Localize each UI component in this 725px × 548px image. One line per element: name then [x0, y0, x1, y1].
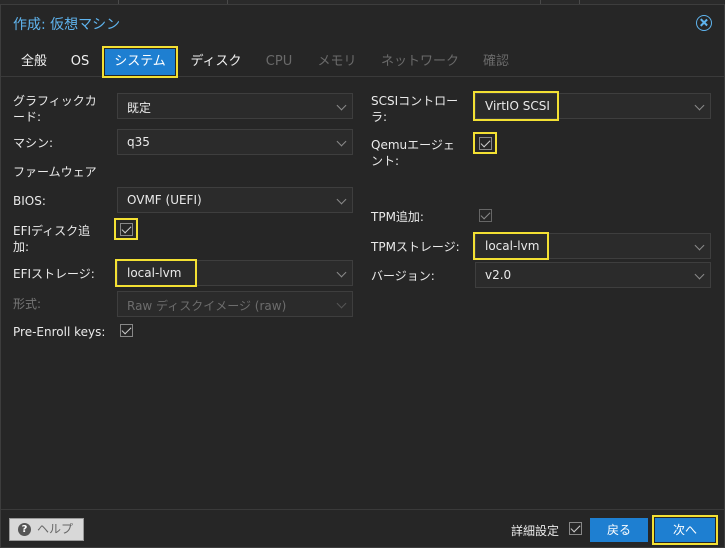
efi-disk-label-1: EFIディスク追: [13, 224, 91, 238]
version-value: v2.0: [485, 268, 512, 282]
qemu-agent-label-2: ント:: [371, 154, 400, 168]
chevron-down-icon: [336, 267, 347, 278]
qemu-agent-label-1: Qemuエージェ: [371, 138, 455, 152]
chevron-down-icon: [336, 298, 347, 309]
tab-disk[interactable]: ディスク: [185, 49, 247, 75]
graphic-card-value: 既定: [127, 101, 152, 115]
machine-label: マシン:: [13, 136, 54, 150]
tab-cpu: CPU: [265, 54, 293, 69]
bios-select[interactable]: OVMF (UEFI): [117, 187, 353, 213]
scsi-controller-label-1: SCSIコントロー: [371, 94, 459, 108]
advanced-label: 詳細設定: [511, 524, 560, 538]
efi-storage-label: EFIストレージ:: [13, 267, 95, 281]
chevron-down-icon: [694, 269, 705, 280]
chevron-down-icon: [694, 100, 705, 111]
scsi-controller-highlight: [473, 91, 559, 121]
help-icon: ?: [18, 523, 31, 536]
format-select: Raw ディスクイメージ (raw): [117, 291, 353, 317]
tpm-add-label: TPM追加:: [371, 210, 424, 224]
format-label: 形式:: [13, 297, 42, 311]
graphic-card-label-2: ード:: [13, 110, 42, 124]
next-button[interactable]: 次へ: [652, 515, 718, 545]
wizard-tabs: 全般 OS システム ディスク CPU メモリ ネットワーク 確認: [1, 43, 724, 78]
machine-select[interactable]: q35: [117, 129, 353, 155]
dialog-footer: ? ヘルプ 詳細設定 戻る 次へ: [1, 509, 724, 547]
chevron-down-icon: [694, 240, 705, 251]
chevron-down-icon: [336, 100, 347, 111]
chevron-down-icon: [336, 136, 347, 147]
tpm-storage-label: TPMストレージ:: [371, 240, 460, 254]
tab-network: ネットワーク: [380, 54, 459, 69]
graphic-card-select[interactable]: 既定: [117, 93, 353, 119]
efi-disk-checkbox[interactable]: [120, 223, 133, 236]
efi-storage-highlight: [115, 259, 197, 287]
dialog-titlebar: 作成: 仮想マシン: [1, 5, 724, 41]
back-button[interactable]: 戻る: [590, 518, 648, 542]
tab-memory: メモリ: [317, 54, 357, 69]
bios-label: BIOS:: [13, 194, 46, 208]
chevron-down-icon: [336, 194, 347, 205]
tab-general[interactable]: 全般: [13, 49, 55, 75]
tpm-storage-highlight: [473, 232, 549, 260]
version-label: バージョン:: [371, 269, 435, 283]
close-icon[interactable]: [696, 15, 712, 31]
efi-disk-label-2: 加:: [13, 240, 30, 254]
format-value: Raw ディスクイメージ (raw): [127, 299, 287, 313]
tab-confirm: 確認: [482, 54, 509, 69]
tab-system[interactable]: システム: [102, 46, 178, 78]
version-select[interactable]: v2.0: [475, 262, 711, 288]
machine-value: q35: [127, 135, 150, 149]
bios-value: OVMF (UEFI): [127, 193, 202, 207]
help-button[interactable]: ? ヘルプ: [9, 518, 84, 541]
qemu-agent-checkbox[interactable]: [479, 137, 492, 150]
graphic-card-label-1: グラフィックカ: [13, 94, 97, 108]
tab-os[interactable]: OS: [63, 49, 97, 75]
create-vm-dialog: 作成: 仮想マシン 全般 OS システム ディスク CPU メモリ ネットワーク…: [0, 4, 725, 548]
dialog-title: 作成: 仮想マシン: [13, 17, 121, 33]
tpm-add-checkbox[interactable]: [479, 209, 492, 222]
scsi-controller-label-2: ラ:: [371, 110, 388, 124]
pre-enroll-label: Pre-Enroll keys:: [13, 325, 106, 339]
firmware-section-label: ファームウェア: [13, 165, 97, 179]
advanced-checkbox[interactable]: [569, 522, 582, 535]
help-button-label: ヘルプ: [37, 522, 74, 536]
pre-enroll-checkbox[interactable]: [120, 324, 133, 337]
